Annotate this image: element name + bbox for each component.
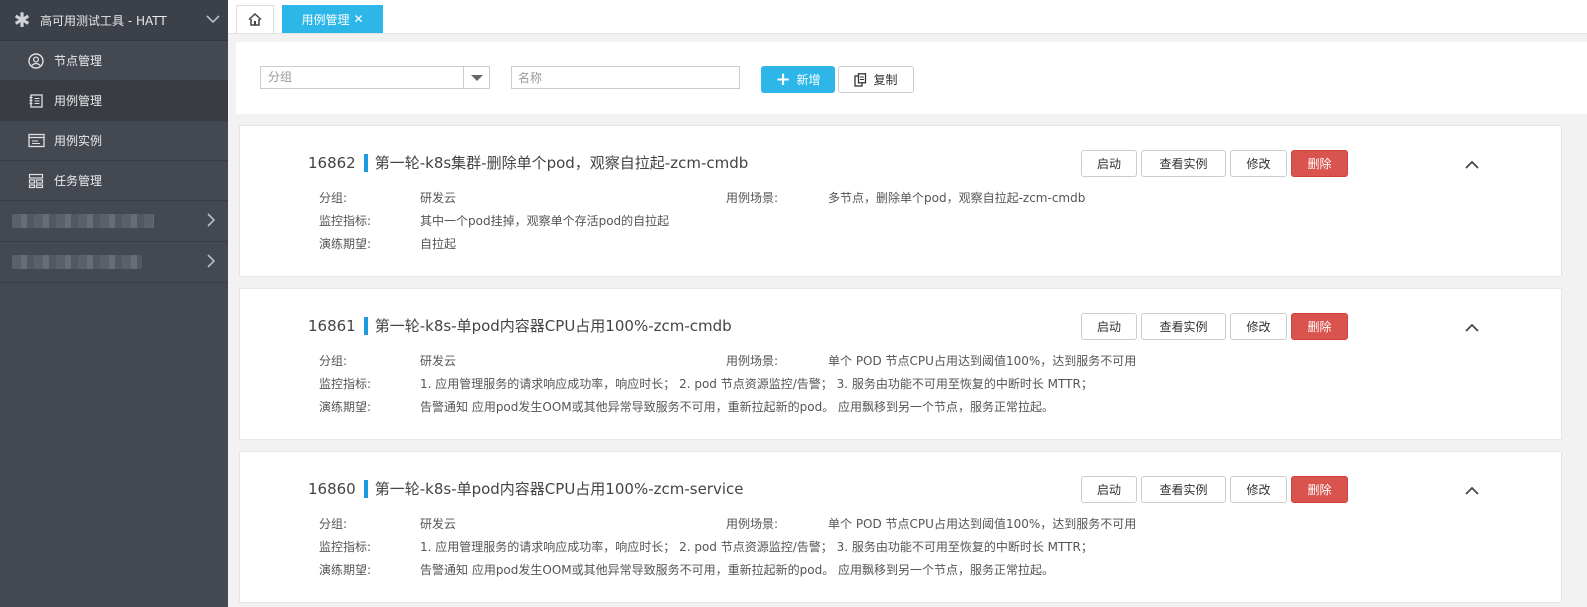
expect-value: 自拉起: [420, 237, 457, 251]
sidebar-item-case-management[interactable]: 用例管理: [0, 81, 228, 121]
metric-value: 1. 应用管理服务的请求响应成功率，响应时长； 2. pod 节点资源监控/告警…: [420, 540, 1093, 554]
metric-label: 监控指标:: [319, 540, 372, 554]
case-actions: 启动 查看实例 修改 删除: [1081, 150, 1352, 177]
title-accent-bar: [363, 316, 368, 335]
case-card: 16862 第一轮-k8s集群-删除单个pod，观察自拉起-zcm-cmdb 启…: [239, 125, 1562, 277]
filter-toolbar: 分组 + 新增 复制: [236, 42, 1587, 114]
case-title: 16862 第一轮-k8s集群-删除单个pod，观察自拉起-zcm-cmdb: [308, 152, 748, 173]
edit-button[interactable]: 修改: [1230, 313, 1287, 340]
sidebar: ✱ 高可用测试工具 - HATT 节点管理 用例管理 用例实例 任务管理: [0, 0, 228, 607]
title-accent-bar: [363, 153, 368, 172]
chevron-up-icon[interactable]: [1462, 480, 1482, 500]
group-select-placeholder: 分组: [268, 70, 293, 84]
group-select[interactable]: 分组: [260, 66, 490, 89]
edit-button[interactable]: 修改: [1230, 476, 1287, 503]
sidebar-item-case-instance[interactable]: 用例实例: [0, 121, 228, 161]
delete-button[interactable]: 删除: [1291, 150, 1348, 177]
group-label: 分组:: [319, 517, 348, 531]
view-instances-button[interactable]: 查看实例: [1141, 476, 1226, 503]
tab-bar: 用例管理 ✕: [228, 0, 1587, 34]
sidebar-header[interactable]: ✱ 高可用测试工具 - HATT: [0, 0, 228, 41]
expect-value: 告警通知 应用pod发生OOM或其他异常导致服务不可用，重新拉起新的pod。 应…: [420, 400, 1055, 414]
scene-label: 用例场景:: [726, 517, 779, 531]
scene-value: 单个 POD 节点CPU占用达到阈值100%，达到服务不可用: [828, 354, 1137, 368]
case-name: 第一轮-k8s集群-删除单个pod，观察自拉起-zcm-cmdb: [374, 154, 749, 172]
case-card: 16861 第一轮-k8s-单pod内容器CPU占用100%-zcm-cmdb …: [239, 288, 1562, 440]
sidebar-item-task-management[interactable]: 任务管理: [0, 161, 228, 201]
scene-label: 用例场景:: [726, 354, 779, 368]
tab-label: 用例管理: [301, 12, 350, 27]
tab-home[interactable]: [236, 5, 274, 33]
tab-case-management[interactable]: 用例管理 ✕: [282, 5, 383, 33]
case-id: 16860: [308, 479, 356, 498]
group-value: 研发云: [420, 354, 457, 368]
copy-icon: [854, 72, 867, 87]
start-button[interactable]: 启动: [1081, 150, 1137, 177]
add-button[interactable]: + 新增: [761, 66, 835, 93]
case-title: 16861 第一轮-k8s-单pod内容器CPU占用100%-zcm-cmdb: [308, 315, 732, 336]
app-title: 高可用测试工具 - HATT: [40, 13, 167, 28]
copy-button[interactable]: 复制: [838, 66, 914, 93]
case-card: 16860 第一轮-k8s-单pod内容器CPU占用100%-zcm-servi…: [239, 451, 1562, 603]
add-button-label: 新增: [796, 73, 821, 87]
name-search-input[interactable]: [511, 66, 740, 89]
group-value: 研发云: [420, 517, 457, 531]
case-name: 第一轮-k8s-单pod内容器CPU占用100%-zcm-service: [374, 480, 744, 498]
chevron-up-icon[interactable]: [1462, 154, 1482, 174]
expect-label: 演练期望:: [319, 237, 372, 251]
obscured-label: [12, 214, 154, 228]
group-label: 分组:: [319, 354, 348, 368]
title-accent-bar: [363, 479, 368, 498]
view-instances-button[interactable]: 查看实例: [1141, 313, 1226, 340]
plus-icon: +: [775, 68, 791, 90]
case-actions: 启动 查看实例 修改 删除: [1081, 313, 1352, 340]
case-name: 第一轮-k8s-单pod内容器CPU占用100%-zcm-cmdb: [374, 317, 732, 335]
sidebar-item-label: 用例实例: [54, 134, 103, 148]
case-id: 16862: [308, 153, 356, 172]
asterisk-logo-icon: ✱: [13, 8, 31, 32]
task-grid-icon: [27, 172, 45, 190]
delete-button[interactable]: 删除: [1291, 313, 1348, 340]
chevron-up-icon[interactable]: [1462, 317, 1482, 337]
view-instances-button[interactable]: 查看实例: [1141, 150, 1226, 177]
metric-value: 1. 应用管理服务的请求响应成功率，响应时长； 2. pod 节点资源监控/告警…: [420, 377, 1093, 391]
scene-label: 用例场景:: [726, 191, 779, 205]
scene-value: 多节点，删除单个pod，观察自拉起-zcm-cmdb: [828, 191, 1086, 205]
start-button[interactable]: 启动: [1081, 313, 1137, 340]
sidebar-item-label: 任务管理: [54, 174, 103, 188]
close-icon[interactable]: ✕: [353, 12, 363, 26]
sidebar-item-label: 用例管理: [54, 94, 103, 108]
start-button[interactable]: 启动: [1081, 476, 1137, 503]
sidebar-item-node-management[interactable]: 节点管理: [0, 41, 228, 81]
metric-value: 其中一个pod挂掉，观察单个存活pod的自拉起: [420, 214, 670, 228]
home-icon: [248, 13, 262, 26]
case-title: 16860 第一轮-k8s-单pod内容器CPU占用100%-zcm-servi…: [308, 478, 743, 499]
sidebar-item-obscured[interactable]: [0, 242, 228, 283]
notebook-icon: [27, 92, 45, 110]
obscured-label: [12, 255, 142, 269]
expect-label: 演练期望:: [319, 563, 372, 577]
sidebar-item-label: 节点管理: [54, 54, 103, 68]
user-circle-icon: [27, 52, 45, 70]
case-id: 16861: [308, 316, 356, 335]
expect-value: 告警通知 应用pod发生OOM或其他异常导致服务不可用，重新拉起新的pod。 应…: [420, 563, 1055, 577]
edit-button[interactable]: 修改: [1230, 150, 1287, 177]
metric-label: 监控指标:: [319, 377, 372, 391]
copy-button-label: 复制: [873, 73, 898, 87]
chevron-right-icon: [194, 212, 228, 231]
dropdown-arrow-icon[interactable]: [463, 67, 489, 88]
group-value: 研发云: [420, 191, 457, 205]
chevron-right-icon: [194, 253, 228, 272]
delete-button[interactable]: 删除: [1291, 476, 1348, 503]
chevron-down-icon[interactable]: [198, 12, 228, 28]
window-icon: [27, 132, 45, 150]
scene-value: 单个 POD 节点CPU占用达到阈值100%，达到服务不可用: [828, 517, 1137, 531]
case-actions: 启动 查看实例 修改 删除: [1081, 476, 1352, 503]
sidebar-item-obscured[interactable]: [0, 201, 228, 242]
expect-label: 演练期望:: [319, 400, 372, 414]
metric-label: 监控指标:: [319, 214, 372, 228]
group-label: 分组:: [319, 191, 348, 205]
